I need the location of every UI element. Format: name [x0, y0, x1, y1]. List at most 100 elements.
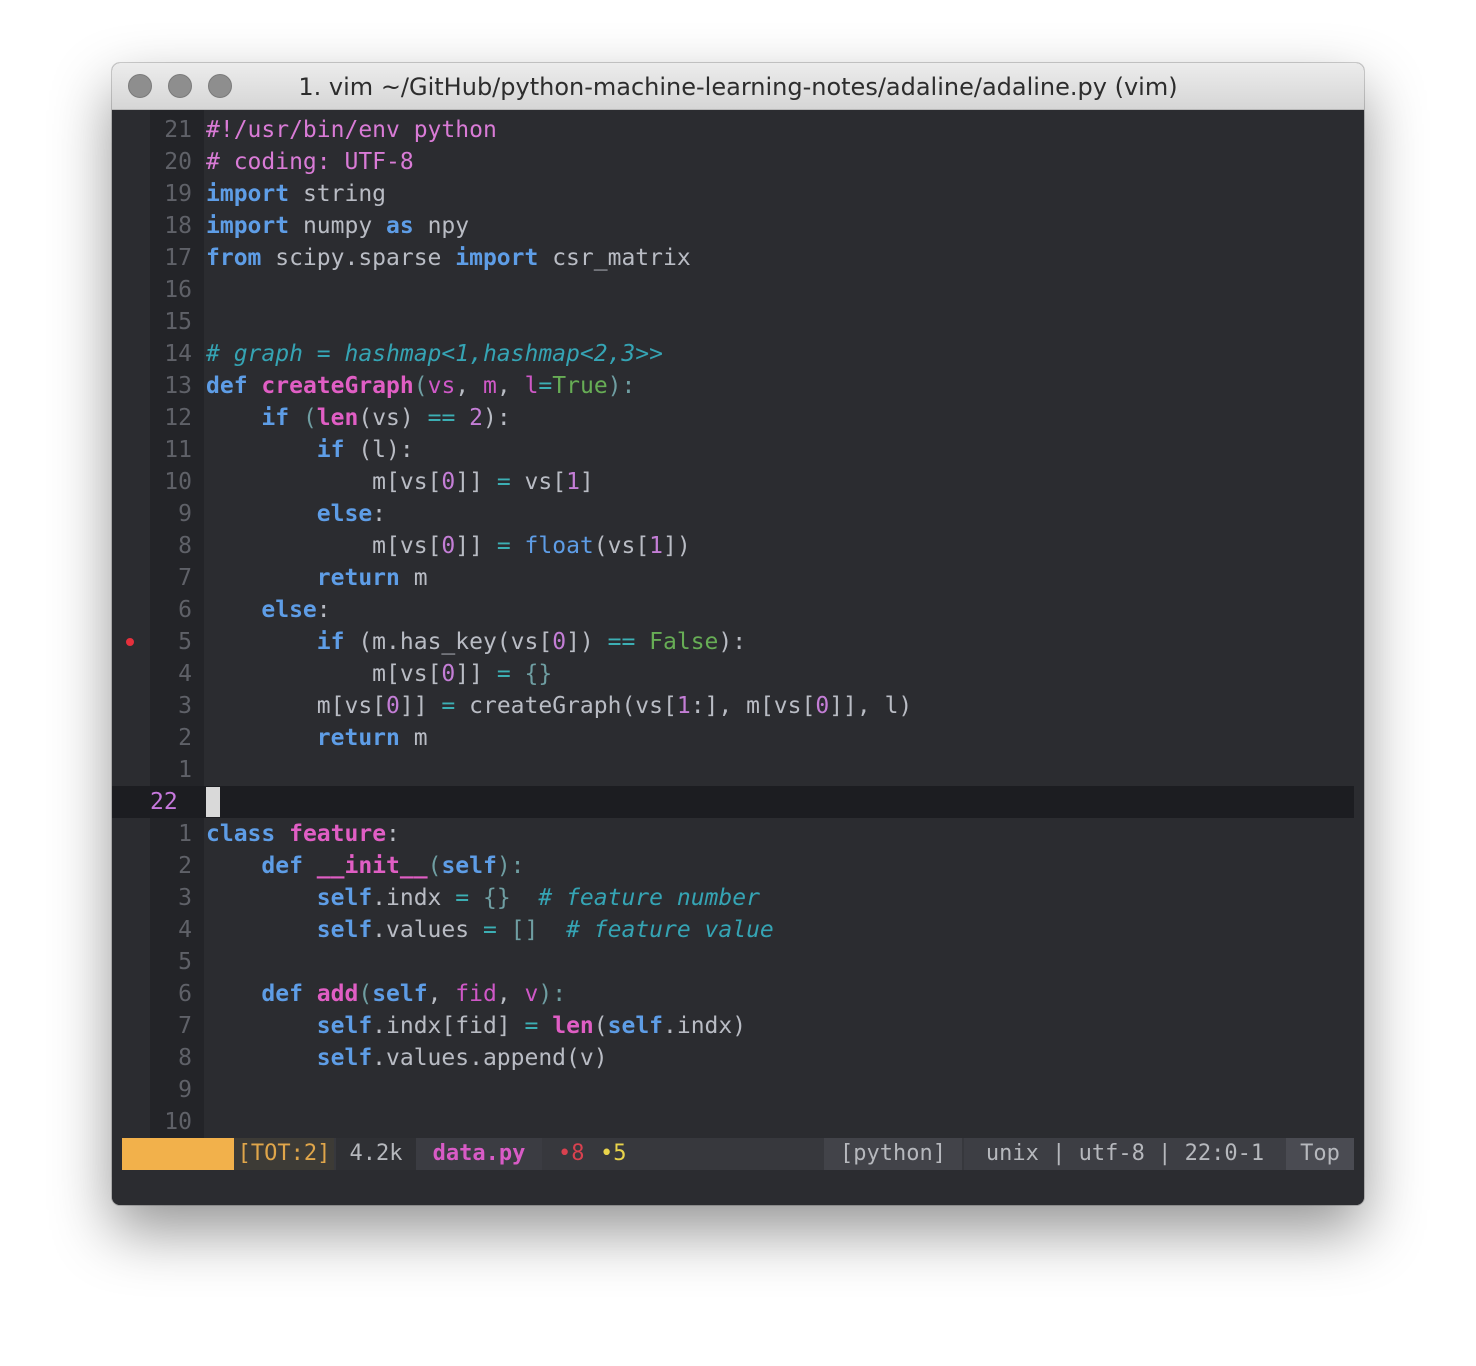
code-token: :], m[vs[: [690, 693, 816, 719]
code-token: ]): [663, 533, 691, 559]
code-line[interactable]: 8 self.values.append(v): [112, 1042, 1354, 1074]
line-text: m[vs[0]] = {}: [206, 658, 552, 690]
code-token: m[vs[: [206, 661, 442, 687]
code-line[interactable]: 6 def add(self, fid, v):: [112, 978, 1354, 1010]
code-token: len: [552, 1013, 594, 1039]
code-token: ]], l): [829, 693, 913, 719]
code-line[interactable]: 1: [112, 754, 1354, 786]
code-line[interactable]: 2 def __init__(self):: [112, 850, 1354, 882]
code-token: (vs[: [593, 533, 650, 559]
code-line[interactable]: 20 # coding: UTF-8: [112, 146, 1354, 178]
code-line[interactable]: 21 #!/usr/bin/env python: [112, 114, 1354, 146]
code-token: def: [261, 853, 303, 879]
code-line[interactable]: 15: [112, 306, 1354, 338]
code-line[interactable]: 2 return m: [112, 722, 1354, 754]
line-text: m[vs[0]] = float(vs[1]): [206, 530, 691, 562]
code-token: if: [261, 405, 290, 431]
code-line[interactable]: 7 return m: [112, 562, 1354, 594]
code-token: # coding: UTF-8: [206, 149, 414, 175]
code-line[interactable]: 8 m[vs[0]] = float(vs[1]): [112, 530, 1354, 562]
file-name: data.py: [416, 1138, 542, 1170]
code-token: self: [316, 885, 373, 911]
code-token: m[vs[: [206, 469, 442, 495]
code-line[interactable]: 9 else:: [112, 498, 1354, 530]
code-token: float: [524, 533, 594, 559]
code-token: ]]: [399, 693, 442, 719]
zoom-window-button[interactable]: [208, 74, 232, 98]
line-number: 13: [164, 373, 192, 399]
minimize-window-button[interactable]: [168, 74, 192, 98]
code-token: (vs): [358, 405, 428, 431]
code-token: 0: [441, 533, 456, 559]
code-line[interactable]: 19 import string: [112, 178, 1354, 210]
editor-pane[interactable]: 21 #!/usr/bin/env python 20 # coding: UTF-8…: [112, 110, 1364, 1138]
code-line[interactable]: 4 self.values = [] # feature value: [112, 914, 1354, 946]
code-line[interactable]: 10: [112, 1106, 1354, 1138]
current-line[interactable]: 22: [112, 786, 1354, 818]
code-token: vs[: [510, 469, 567, 495]
code-token: class: [206, 821, 276, 847]
line-number: 8: [178, 533, 192, 559]
code-line[interactable]: 16: [112, 274, 1354, 306]
line-number: 5: [178, 629, 192, 655]
code-token: l: [524, 373, 539, 399]
code-token: else: [316, 501, 373, 527]
code-token: 0: [552, 629, 567, 655]
code-token: ,: [455, 373, 483, 399]
line-number: 10: [164, 469, 192, 495]
code-line[interactable]: 5: [112, 946, 1354, 978]
warning-count: •5: [600, 1141, 627, 1166]
code-line[interactable]: 11 if (l):: [112, 434, 1354, 466]
code-line[interactable]: 18 import numpy as npy: [112, 210, 1354, 242]
line-text: import string: [206, 178, 386, 210]
code-token: ):: [538, 981, 567, 1007]
code-token: 0: [441, 661, 456, 687]
code-line[interactable]: 1 class feature:: [112, 818, 1354, 850]
code-line[interactable]: 4 m[vs[0]] = {}: [112, 658, 1354, 690]
code-line[interactable]: 9: [112, 1074, 1354, 1106]
mode-segment: ② ❖ 1: [122, 1138, 234, 1198]
code-line[interactable]: 10 m[vs[0]] = vs[1]: [112, 466, 1354, 498]
error-sign-icon: [126, 638, 134, 646]
code-token: self: [441, 853, 497, 879]
code-line[interactable]: 12 if (len(vs) == 2):: [112, 402, 1354, 434]
line-text: else:: [206, 594, 330, 626]
line-number: 15: [164, 309, 192, 335]
code-token: self: [316, 1045, 373, 1071]
code-token: ]]: [455, 661, 497, 687]
line-number: 8: [178, 1045, 192, 1071]
code-line[interactable]: 5 if (m.has_key(vs[0]) == False):: [112, 626, 1354, 658]
code-token: if: [316, 437, 345, 463]
code-line[interactable]: 13 def createGraph(vs, m, l=True):: [112, 370, 1354, 402]
line-text: #!/usr/bin/env python: [206, 114, 497, 146]
code-token: .indx: [372, 885, 456, 911]
code-line[interactable]: 3 self.indx = {} # feature number: [112, 882, 1354, 914]
code-token: m[vs[: [206, 533, 442, 559]
code-token: ]: [579, 469, 594, 495]
line-number: 7: [178, 565, 192, 591]
command-line[interactable]: [112, 1170, 1364, 1205]
code-token: feature: [289, 821, 387, 847]
code-line[interactable]: 7 self.indx[fid] = len(self.indx): [112, 1010, 1354, 1042]
code-line[interactable]: 3 m[vs[0]] = createGraph(vs[1:], m[vs[0]…: [112, 690, 1354, 722]
code-token: numpy: [289, 213, 387, 239]
code-line[interactable]: 14 # graph = hashmap<1,hashmap<2,3>>: [112, 338, 1354, 370]
title-bar[interactable]: 1. vim ~/GitHub/python-machine-learning-…: [112, 63, 1364, 110]
line-text: m[vs[0]] = createGraph(vs[1:], m[vs[0]],…: [206, 690, 913, 722]
code-token: csr_matrix: [538, 245, 691, 271]
line-number: 4: [178, 917, 192, 943]
line-text: if (l):: [206, 434, 414, 466]
close-window-button[interactable]: [128, 74, 152, 98]
code-line[interactable]: 6 else:: [112, 594, 1354, 626]
code-line[interactable]: 17 from scipy.sparse import csr_matrix: [112, 242, 1354, 274]
line-number: 21: [164, 117, 192, 143]
scroll-position: Top: [1286, 1138, 1354, 1170]
line-number: 16: [164, 277, 192, 303]
code-token: return: [316, 565, 400, 591]
code-token: =: [496, 661, 511, 687]
